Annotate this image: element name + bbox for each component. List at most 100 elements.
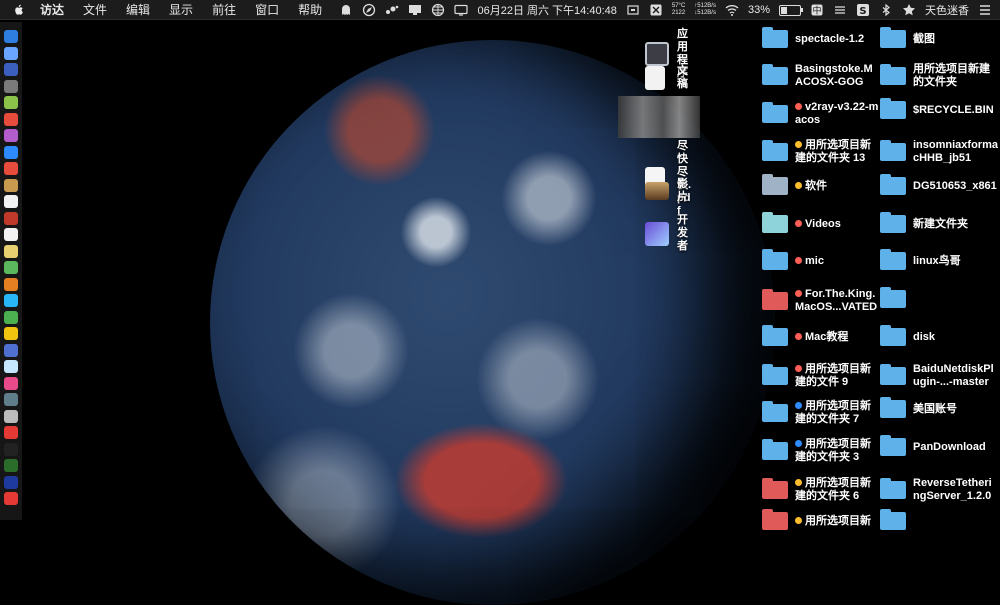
menu-finder[interactable]: 访达 [40,1,64,18]
dock-app-icon[interactable] [4,343,18,357]
dock-app-icon[interactable] [4,145,18,159]
menu-edit[interactable]: 编辑 [126,1,150,18]
fan-text: 2122 [671,10,686,16]
desktop-folder[interactable]: 用所选项目新建的文件 9 [762,363,880,389]
folder-label: 软件 [795,180,827,193]
dock-app-icon[interactable] [4,96,18,109]
desktop-folder[interactable] [880,509,998,530]
desktop-item-documents[interactable]: 文稿 [645,65,688,91]
desktop-folder[interactable]: $RECYCLE.BIN [880,98,998,119]
desktop-item-developer[interactable]: 开发者 [645,214,688,253]
desktop-folder[interactable]: 用所选项目新建的文件夹 [880,63,998,89]
dock-app-icon[interactable] [4,393,18,406]
notification-center-icon[interactable] [978,3,992,17]
dock-app-icon[interactable] [4,261,18,274]
dock-app-icon[interactable] [4,376,18,390]
apple-icon[interactable] [12,3,26,17]
desktop-folder[interactable] [880,287,998,308]
desktop-item-movies[interactable]: 影片 [645,178,688,204]
desktop-folder[interactable]: mic [762,249,880,270]
bluetooth-icon[interactable] [879,3,893,17]
dock-app-icon[interactable] [4,459,18,472]
dots-icon[interactable] [385,3,399,17]
movies-folder-icon [645,182,669,200]
desktop-folder[interactable]: Videos [762,212,880,233]
dock-app-icon[interactable] [4,228,18,241]
screen-share-icon[interactable] [408,3,422,17]
desktop-folder[interactable]: 软件 [762,174,880,195]
dock-app-icon[interactable] [4,129,18,142]
dock-app-icon[interactable] [4,79,18,93]
menu-help[interactable]: 帮助 [298,1,322,18]
user-name[interactable]: 天色迷香 [925,2,969,18]
battery-icon[interactable] [779,4,803,16]
desktop-folder[interactable]: For.The.King.MacOS...VATED [762,288,880,314]
menu-go[interactable]: 前往 [212,1,236,18]
dock-app-icon[interactable] [4,46,18,60]
desktop-folder[interactable]: Basingstoke.MACOSX-GOG [762,63,880,89]
dock-app-icon[interactable] [4,475,18,489]
folder-icon [880,287,906,308]
dock-app-icon[interactable] [4,63,18,76]
hardware-icon[interactable] [626,3,640,17]
desktop-folder[interactable]: 用所选项目新建的文件夹 6 [762,477,880,503]
dock-app-icon[interactable] [4,178,18,192]
dock-app-icon[interactable] [4,442,18,456]
square-app-icon[interactable] [649,3,663,17]
folder-icon [762,289,788,310]
folder-icon [880,98,906,119]
desktop-folder[interactable]: disk [880,325,998,346]
desktop-folder[interactable]: ReverseTetheringServer_1.2.0 [880,477,998,503]
net-speed-readout[interactable]: ↑512B/s ↓512B/s [694,3,716,17]
tag-dot-icon [795,103,802,110]
dock-app-icon[interactable] [4,244,18,258]
compass-icon[interactable] [362,3,376,17]
menu-extras-icon[interactable] [833,3,847,17]
dock-app-icon[interactable] [4,310,18,324]
folder-icon [880,509,906,530]
desktop-folder[interactable]: v2ray-v3.22-macos [762,101,880,127]
desktop-folder[interactable]: 用所选项目新建的文件夹 13 [762,139,880,165]
input-method-icon[interactable]: 中 [810,3,824,17]
dock-app-icon[interactable] [4,492,18,505]
folder-icon [762,174,788,195]
dock-app-icon[interactable] [4,360,18,373]
ghost-icon[interactable] [339,3,353,17]
temp-fan-readout[interactable]: 57°C 2122 [672,3,685,17]
dock-app-icon[interactable] [4,30,18,43]
menu-view[interactable]: 显示 [169,1,193,18]
desktop-folder[interactable]: spectacle-1.2 [762,27,880,48]
dock-app-icon[interactable] [4,195,18,208]
desktop-folder[interactable]: 新建文件夹 [880,212,998,233]
desktop-item-blurred[interactable] [618,96,700,138]
s-app-icon[interactable]: S [856,3,870,17]
dock-app-icon[interactable] [4,112,18,126]
desktop-folder[interactable]: 美国账号 [880,397,998,418]
desktop-folder[interactable]: linux鸟哥 [880,249,998,270]
dock-app-icon[interactable] [4,294,18,307]
display-icon[interactable] [454,3,469,17]
dock-app-icon[interactable] [4,162,18,175]
dock-app-icon[interactable] [4,426,18,439]
globe-icon[interactable] [431,3,445,17]
desktop-folder[interactable]: 截图 [880,27,998,48]
desktop-folder[interactable]: DG510653_x861 [880,174,998,195]
menu-window[interactable]: 窗口 [255,1,279,18]
battery-percent[interactable]: 33% [748,4,770,16]
clock-text[interactable]: 06月22日 周六 下午14:40:48 [477,2,616,18]
desktop-folder[interactable]: BaiduNetdiskPlugin-...-master [880,363,998,389]
wifi-icon[interactable] [725,3,739,17]
desktop-folder[interactable]: Mac教程 [762,325,880,346]
dock-app-icon[interactable] [4,211,18,225]
desktop-folder[interactable]: 用所选项目新建的文件夹 3 [762,438,880,464]
desktop-folder[interactable]: insomniaxformacHHB_jb51 [880,139,998,165]
desktop-folder[interactable]: 用所选项目新 [762,509,880,530]
star-icon[interactable] [902,3,916,17]
folder-name: For.The.King.MacOS...VATED [795,288,878,313]
desktop-folder[interactable]: 用所选项目新建的文件夹 7 [762,400,880,426]
dock-app-icon[interactable] [4,409,18,423]
dock-app-icon[interactable] [4,327,18,340]
desktop-folder[interactable]: PanDownload [880,435,998,456]
menu-file[interactable]: 文件 [83,1,107,18]
dock-app-icon[interactable] [4,277,18,291]
